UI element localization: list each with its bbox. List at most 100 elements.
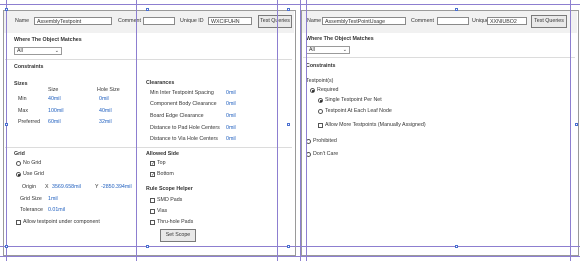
divider — [5, 59, 292, 60]
where-matches-select[interactable]: All ⌄ — [306, 46, 350, 54]
test-queries-button[interactable]: Test Queries — [531, 15, 567, 28]
bottom-side-label: Bottom — [157, 171, 174, 177]
clearance-value[interactable]: 0mil — [226, 101, 236, 108]
allow-more-testpoints-checkbox[interactable] — [318, 123, 323, 128]
guide-line — [306, 0, 307, 261]
where-matches-value: All — [17, 48, 23, 54]
size-row-label: Preferred — [18, 119, 41, 125]
comment-field[interactable] — [143, 17, 175, 25]
guide-line — [0, 4, 580, 5]
clearance-label: Distance to Pad Hole Centers — [150, 125, 220, 131]
origin-y-label: Y — [95, 184, 99, 190]
set-scope-button[interactable]: Set Scope — [160, 229, 196, 242]
guide-line — [136, 0, 137, 261]
tolerance-value[interactable]: 0.01mil — [48, 207, 65, 214]
allow-under-component-checkbox[interactable] — [16, 220, 21, 225]
each-leaf-node-label: Testpoint At Each Leaf Node — [325, 108, 392, 114]
grid-size-value[interactable]: 1mil — [48, 196, 58, 203]
use-grid-radio[interactable] — [16, 172, 21, 177]
preferred-size-value[interactable]: 60mil — [48, 119, 61, 126]
where-matches-label: Where The Object Matches — [306, 36, 374, 42]
selection-handle[interactable] — [575, 123, 578, 126]
vias-checkbox[interactable] — [150, 209, 155, 214]
guide-line — [0, 246, 580, 247]
max-hole-value[interactable]: 40mil — [99, 108, 112, 115]
preferred-hole-value[interactable]: 32mil — [99, 119, 112, 126]
selection-handle[interactable] — [146, 8, 149, 11]
grid-size-label: Grid Size — [20, 196, 42, 202]
no-grid-label: No Grid — [23, 160, 42, 166]
comment-label: Comment — [411, 18, 434, 24]
min-hole-value[interactable]: 0mil — [99, 96, 109, 103]
required-radio[interactable] — [310, 88, 315, 93]
clearance-label: Distance to Via Hole Centers — [150, 136, 218, 142]
top-side-checkbox[interactable]: ✓ — [150, 161, 155, 167]
unique-id-label: Unique ID — [180, 18, 204, 24]
selection-handle[interactable] — [455, 245, 458, 248]
constraints-heading: Constraints — [14, 64, 44, 70]
bottom-side-checkbox[interactable]: ✓ — [150, 172, 155, 178]
name-label: Name — [307, 18, 322, 24]
clearance-value[interactable]: 0mil — [226, 136, 236, 143]
selection-handle[interactable] — [287, 8, 290, 11]
selection-handle[interactable] — [5, 245, 8, 248]
where-matches-select[interactable]: All ⌄ — [14, 47, 62, 55]
unique-id-field[interactable]: XXNIUBO2 — [487, 17, 527, 25]
col-hole-size-header: Hole Size — [97, 87, 120, 93]
divider — [5, 147, 292, 148]
origin-x-value[interactable]: 3569.658mil — [52, 184, 81, 191]
allow-under-component-label: Allow testpoint under component — [23, 219, 100, 225]
allow-more-testpoints-label: Allow More Testpoints (Manually Assigned… — [325, 122, 426, 128]
clearance-label: Board Edge Clearance — [150, 113, 204, 119]
col-size-header: Size — [48, 87, 59, 93]
unique-id-field[interactable]: WXCIFUHN — [208, 17, 252, 25]
size-row-label: Max — [18, 108, 29, 114]
chevron-down-icon: ⌄ — [342, 47, 347, 53]
selection-handle[interactable] — [5, 123, 8, 126]
required-label: Required — [317, 87, 339, 93]
smd-pads-checkbox[interactable] — [150, 198, 155, 203]
no-grid-radio[interactable] — [16, 161, 21, 166]
origin-x-label: X — [45, 184, 49, 190]
rule-scope-title: Rule Scope Helper — [146, 186, 193, 192]
where-matches-label: Where The Object Matches — [14, 37, 82, 43]
origin-y-value[interactable]: -2850.394mil — [101, 184, 132, 191]
smd-pads-label: SMD Pads — [157, 197, 183, 203]
clearance-label: Component Body Clearance — [150, 101, 217, 107]
origin-label: Origin — [22, 184, 37, 190]
clearance-value[interactable]: 0mil — [226, 125, 236, 132]
selection-handle[interactable] — [287, 123, 290, 126]
use-grid-label: Use Grid — [23, 171, 44, 177]
sizes-title: Sizes — [14, 81, 28, 87]
top-side-label: Top — [157, 160, 166, 166]
dont-care-label: Don't Care — [313, 151, 339, 157]
thru-hole-pads-checkbox[interactable] — [150, 220, 155, 225]
name-field[interactable]: AssemblyTestPointUsage — [322, 17, 406, 25]
guide-line — [277, 0, 278, 261]
thru-hole-pads-label: Thru-hole Pads — [157, 219, 194, 225]
comment-field[interactable] — [437, 17, 469, 25]
clearance-value[interactable]: 0mil — [226, 90, 236, 97]
allowed-side-title: Allowed Side — [146, 151, 179, 157]
guide-line — [0, 256, 580, 257]
each-leaf-node-radio[interactable] — [318, 109, 323, 114]
chevron-down-icon: ⌄ — [54, 48, 59, 54]
single-testpoint-radio[interactable] — [318, 98, 323, 103]
name-label: Name — [15, 18, 30, 24]
size-row-label: Min — [18, 96, 27, 102]
guide-line — [300, 0, 301, 261]
name-field[interactable]: AssemblyTestpoint — [34, 17, 112, 25]
constraints-heading: Constraints — [306, 63, 336, 69]
guide-line — [6, 0, 7, 261]
test-queries-button[interactable]: Test Queries — [258, 15, 292, 28]
selection-handle[interactable] — [287, 245, 290, 248]
clearance-label: Min Inter Testpoint Spacing — [150, 90, 214, 96]
max-size-value[interactable]: 100mil — [48, 108, 64, 115]
selection-handle[interactable] — [146, 245, 149, 248]
testpoints-label: Testpoint(s) — [306, 78, 334, 84]
min-size-value[interactable]: 40mil — [48, 96, 61, 103]
clearance-value[interactable]: 0mil — [226, 113, 236, 120]
selection-handle[interactable] — [455, 8, 458, 11]
selection-handle[interactable] — [5, 8, 8, 11]
prohibited-label: Prohibited — [313, 138, 337, 144]
